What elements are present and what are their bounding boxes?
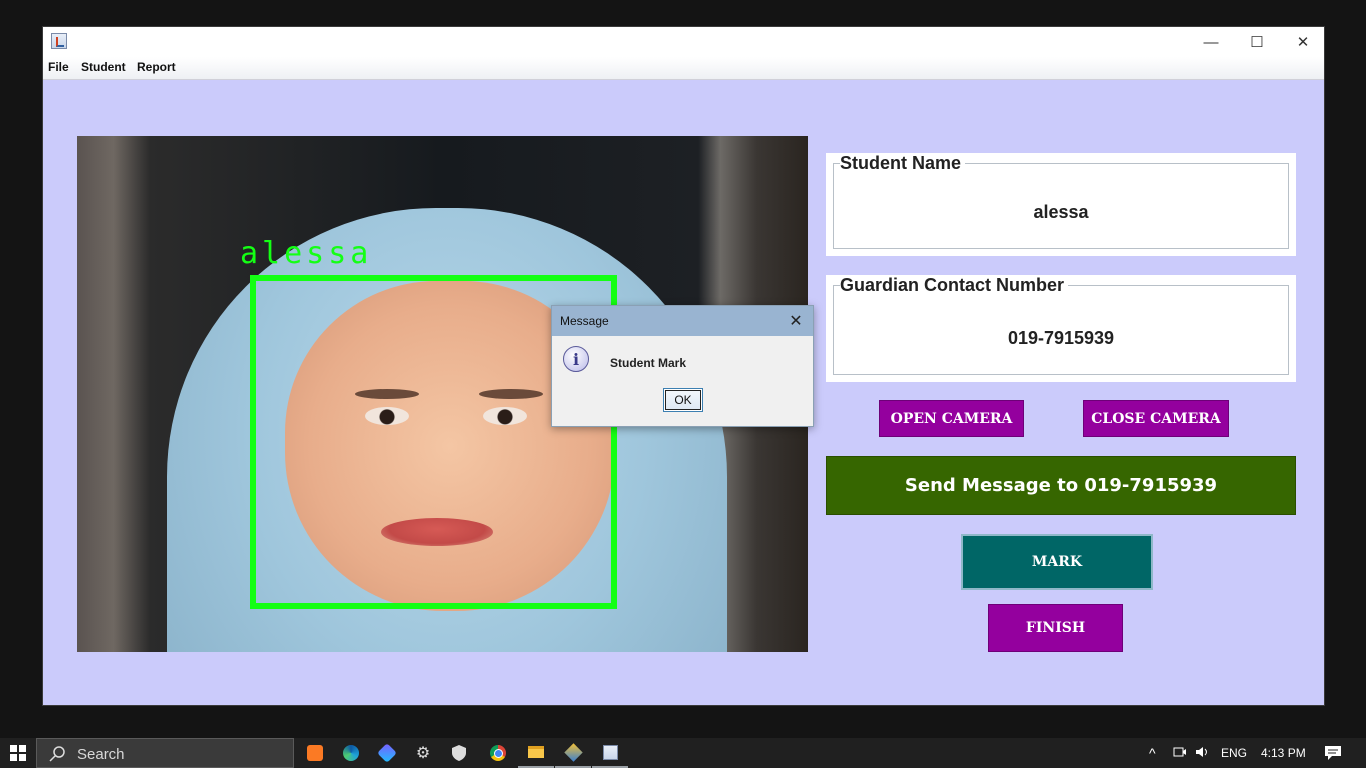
guardian-contact-panel: Guardian Contact Number 019-7915939 xyxy=(826,275,1296,382)
search-icon xyxy=(49,746,65,762)
windows-icon xyxy=(10,745,26,761)
copilot-icon[interactable] xyxy=(369,738,405,768)
tray-overflow-icon[interactable]: ^ xyxy=(1149,745,1156,761)
speaker-icon[interactable] xyxy=(1195,745,1211,762)
menu-file[interactable]: File xyxy=(48,60,69,74)
ok-button[interactable]: OK xyxy=(663,388,703,412)
title-bar[interactable]: — ☐ ✕ xyxy=(43,27,1324,57)
guardian-contact-border: Guardian Contact Number 019-7915939 xyxy=(833,275,1289,375)
information-icon: i xyxy=(563,346,589,372)
dialog-title: Message xyxy=(560,314,609,328)
minimize-button[interactable]: — xyxy=(1188,27,1234,57)
dialog-message: Student Mark xyxy=(610,356,687,370)
student-name-panel: Student Name alessa xyxy=(826,153,1296,256)
edge-icon[interactable] xyxy=(333,738,369,768)
start-button[interactable] xyxy=(0,738,36,768)
guardian-contact-title: Guardian Contact Number xyxy=(840,275,1069,296)
xampp-icon[interactable] xyxy=(297,738,333,768)
face-recognition-label: alessa xyxy=(240,236,373,271)
guardian-contact-value: 019-7915939 xyxy=(1007,328,1115,348)
menu-report[interactable]: Report xyxy=(137,60,176,74)
notifications-icon[interactable] xyxy=(1324,745,1342,766)
student-name-value: alessa xyxy=(1033,202,1089,222)
taskbar-search-box[interactable]: Search xyxy=(36,738,294,768)
camera-in-use-icon[interactable] xyxy=(1173,745,1187,762)
dialog-title-bar[interactable]: Message ✕ xyxy=(552,306,813,336)
search-placeholder: Search xyxy=(77,746,125,763)
maximize-button[interactable]: ☐ xyxy=(1234,27,1280,57)
taskbar: Search ⚙ ^ ENG 4:13 PM xyxy=(0,738,1366,768)
message-dialog: Message ✕ i Student Mark OK xyxy=(551,305,814,427)
student-name-border: Student Name alessa xyxy=(833,153,1289,249)
security-icon[interactable] xyxy=(441,738,477,768)
mark-button[interactable]: MARK xyxy=(961,534,1153,590)
dialog-close-button[interactable]: ✕ xyxy=(783,308,809,334)
close-camera-button[interactable]: CLOSE CAMERA xyxy=(1083,400,1229,437)
java-app-taskbar-icon[interactable] xyxy=(592,738,628,768)
chrome-icon[interactable] xyxy=(480,738,516,768)
send-message-button[interactable]: Send Message to 019-7915939 xyxy=(826,456,1296,515)
clock[interactable]: 4:13 PM xyxy=(1261,746,1306,760)
menu-student[interactable]: Student xyxy=(81,60,126,74)
netbeans-icon[interactable] xyxy=(555,738,591,768)
file-explorer-icon[interactable] xyxy=(518,738,554,768)
finish-button[interactable]: FINISH xyxy=(988,604,1123,652)
java-app-icon xyxy=(51,33,67,49)
close-button[interactable]: ✕ xyxy=(1280,27,1326,57)
menu-bar: File Student Report xyxy=(43,57,1324,80)
student-name-title: Student Name xyxy=(840,153,966,174)
language-indicator[interactable]: ENG xyxy=(1221,746,1247,760)
open-camera-button[interactable]: OPEN CAMERA xyxy=(879,400,1024,437)
settings-icon[interactable]: ⚙ xyxy=(405,738,441,768)
